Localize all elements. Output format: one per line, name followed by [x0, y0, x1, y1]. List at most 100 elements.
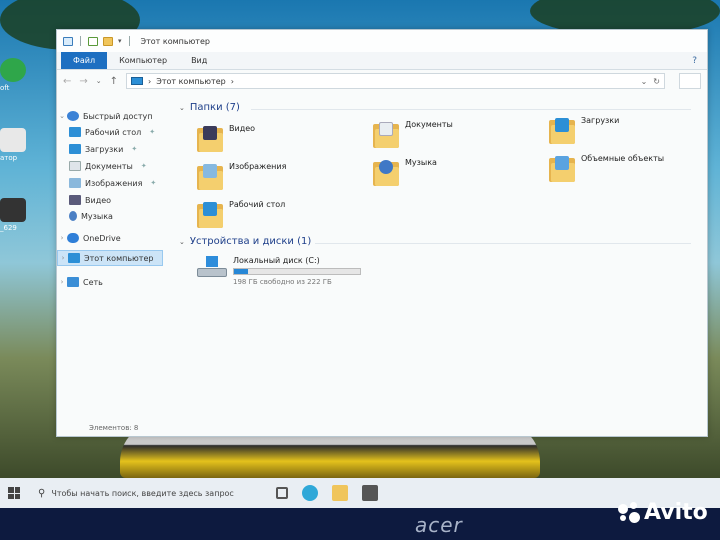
- nav-item-music[interactable]: Музыка: [69, 208, 113, 224]
- pc-icon: [68, 253, 80, 263]
- folder-music[interactable]: Музыка: [373, 158, 437, 186]
- hard-drive-icon: [197, 256, 227, 278]
- title-bar: ▾ Этот компьютер: [57, 30, 707, 52]
- group-header-folders[interactable]: ⌄ Папки (7): [179, 102, 240, 113]
- windows-start-icon[interactable]: [4, 483, 24, 503]
- chevron-right-icon[interactable]: ›: [57, 234, 67, 242]
- pin-icon: ✦: [150, 179, 157, 187]
- laptop-bezel: [0, 508, 720, 540]
- edge-icon[interactable]: [302, 485, 318, 501]
- pc-icon: [131, 77, 144, 85]
- download-icon: [69, 144, 81, 154]
- tab-computer[interactable]: Компьютер: [107, 52, 179, 69]
- folder-3d-objects[interactable]: Объемные объекты: [549, 154, 664, 182]
- pictures-folder-icon: [197, 162, 223, 190]
- tab-view[interactable]: Вид: [179, 52, 219, 69]
- taskbar-search[interactable]: ⚲ Чтобы начать поиск, введите здесь запр…: [32, 482, 262, 504]
- pin-icon: ✦: [149, 128, 156, 136]
- nav-item-documents[interactable]: Документы ✦: [69, 158, 147, 174]
- address-row: ← → ⌄ ↑ › Этот компьютер › ⌄ ↻: [57, 70, 707, 92]
- downloads-folder-icon: [549, 116, 575, 144]
- folder-label: Изображения: [229, 162, 287, 171]
- breadcrumb-arrow[interactable]: ›: [231, 77, 234, 86]
- chevron-right-icon[interactable]: ›: [57, 278, 67, 286]
- taskbar: ⚲ Чтобы начать поиск, введите здесь запр…: [0, 478, 720, 508]
- drive-name: Локальный диск (C:): [233, 256, 320, 265]
- nav-label: Видео: [85, 195, 112, 205]
- folder-videos[interactable]: Видео: [197, 124, 255, 152]
- drive-usage-fill: [234, 269, 248, 274]
- search-placeholder: Чтобы начать поиск, введите здесь запрос: [51, 488, 234, 498]
- item-count: Элементов: 8: [89, 424, 139, 432]
- file-explorer-icon[interactable]: [332, 485, 348, 501]
- document-icon: [69, 161, 81, 171]
- chevron-down-icon[interactable]: ⌄: [641, 77, 648, 86]
- desktop-icon: [69, 127, 81, 137]
- nav-quick-access[interactable]: ⌄ Быстрый доступ: [57, 108, 152, 124]
- pictures-icon: [69, 178, 81, 188]
- window-title: Этот компьютер: [140, 36, 210, 46]
- properties-icon[interactable]: [88, 36, 98, 46]
- drive-c[interactable]: Локальный диск (C:) 198 ГБ свободно из 2…: [197, 256, 361, 286]
- mail-icon[interactable]: [362, 485, 378, 501]
- search-input[interactable]: [679, 73, 701, 89]
- avito-dots-icon: [618, 501, 640, 524]
- divider: [251, 109, 691, 110]
- nav-item-pictures[interactable]: Изображения ✦: [69, 175, 156, 191]
- music-icon: [69, 211, 77, 221]
- folder-label: Объемные объекты: [581, 154, 665, 163]
- search-icon: ⚲: [38, 487, 46, 499]
- content-pane: ⌄ Папки (7) Видео Документы Загрузки Изо…: [179, 102, 707, 422]
- nav-item-videos[interactable]: Видео: [69, 192, 111, 208]
- avito-watermark: Avito: [618, 500, 708, 525]
- acer-logo: acer: [415, 513, 463, 537]
- desktop-icon-3[interactable]: _629: [0, 198, 30, 232]
- chevron-down-icon[interactable]: ▾: [118, 37, 122, 45]
- drive-usage-bar: [233, 268, 361, 275]
- drive-free-space: 198 ГБ свободно из 222 ГБ: [233, 278, 332, 286]
- forward-arrow-icon[interactable]: →: [79, 76, 87, 87]
- nav-label: Загрузки: [85, 144, 124, 154]
- cloud-icon: [67, 233, 79, 243]
- nav-this-pc[interactable]: › Этот компьютер: [57, 250, 163, 266]
- help-icon[interactable]: ?: [692, 56, 697, 66]
- nav-label: Этот компьютер: [84, 253, 154, 263]
- folder-label: Загрузки: [581, 116, 620, 125]
- desktop-folder-icon: [197, 200, 223, 228]
- breadcrumb[interactable]: Этот компьютер: [156, 77, 225, 86]
- group-title: Устройства и диски (1): [189, 236, 312, 247]
- network-icon: [67, 277, 79, 287]
- nav-label: Рабочий стол: [85, 127, 142, 137]
- tab-file[interactable]: Файл: [61, 52, 108, 69]
- back-arrow-icon[interactable]: ←: [63, 76, 71, 87]
- desktop-icon-2[interactable]: атор: [0, 128, 30, 162]
- nav-network[interactable]: › Сеть: [57, 274, 103, 290]
- chevron-down-icon[interactable]: ⌄: [96, 77, 102, 85]
- desktop-icon-1[interactable]: oft: [0, 58, 30, 92]
- group-header-devices[interactable]: ⌄ Устройства и диски (1): [179, 236, 311, 247]
- folder-desktop[interactable]: Рабочий стол: [197, 200, 285, 228]
- folder-documents[interactable]: Документы: [373, 120, 453, 148]
- folder-pictures[interactable]: Изображения: [197, 162, 286, 190]
- breadcrumb-separator[interactable]: ›: [148, 77, 151, 86]
- nav-label: Изображения: [85, 178, 143, 188]
- nav-item-downloads[interactable]: Загрузки ✦: [69, 141, 137, 157]
- chevron-down-icon[interactable]: ⌄: [179, 238, 185, 246]
- ribbon-controls: ?: [692, 52, 707, 69]
- nav-onedrive[interactable]: › OneDrive: [57, 230, 121, 246]
- up-arrow-icon[interactable]: ↑: [110, 76, 118, 87]
- nav-item-desktop[interactable]: Рабочий стол ✦: [69, 124, 155, 140]
- address-buttons: ⌄ ↻: [641, 77, 664, 86]
- task-view-icon[interactable]: [276, 487, 288, 499]
- nav-label: Сеть: [83, 277, 103, 287]
- chevron-down-icon[interactable]: ⌄: [57, 112, 67, 120]
- folder-downloads[interactable]: Загрузки: [549, 116, 619, 144]
- chevron-down-icon[interactable]: ⌄: [179, 104, 185, 112]
- pin-icon: ✦: [140, 162, 147, 170]
- new-folder-icon[interactable]: [103, 36, 113, 46]
- address-bar[interactable]: › Этот компьютер › ⌄ ↻: [126, 73, 665, 89]
- nav-label: OneDrive: [83, 233, 121, 243]
- explorer-window: ▾ Этот компьютер Файл Компьютер Вид ? ← …: [56, 29, 708, 437]
- chevron-right-icon[interactable]: ›: [58, 254, 68, 262]
- refresh-icon[interactable]: ↻: [653, 77, 660, 86]
